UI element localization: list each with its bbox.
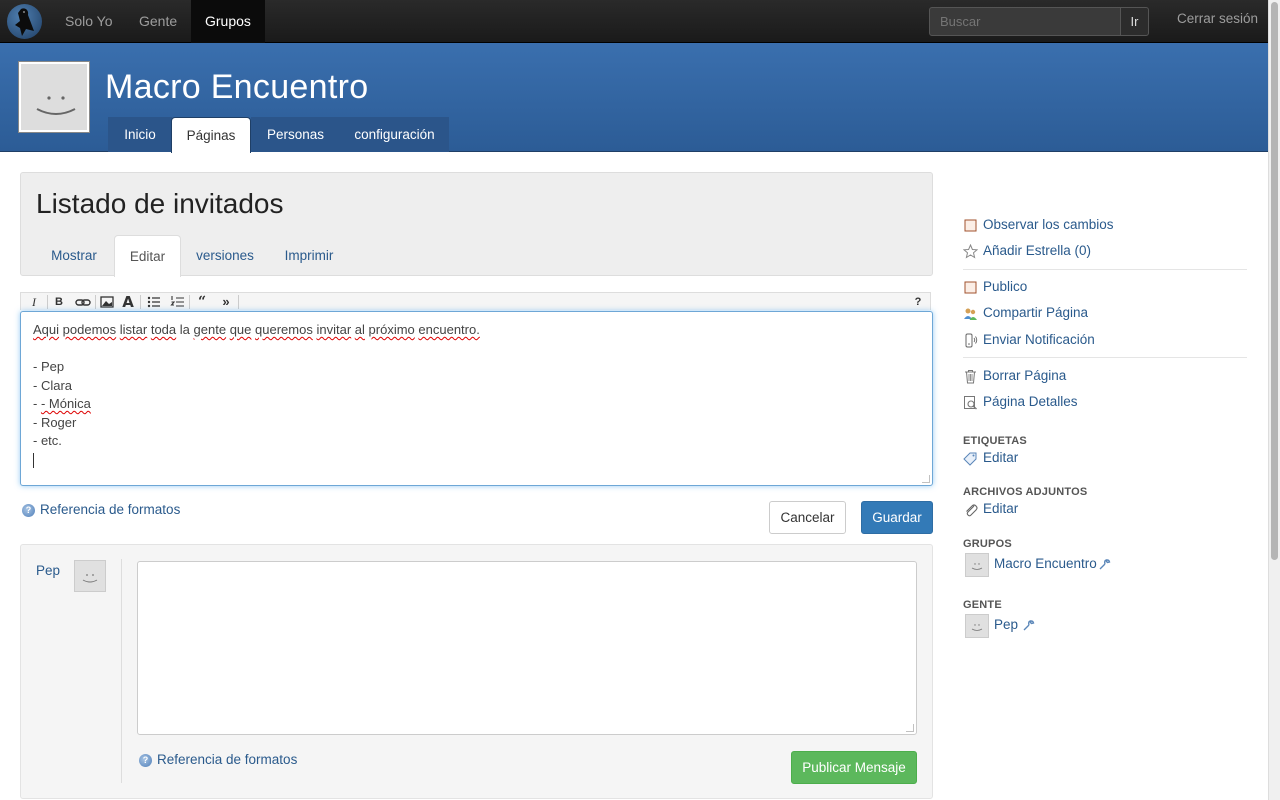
group-title: Macro Encuentro [105,68,369,106]
comment-format-reference-link[interactable]: Referencia de formatos [157,752,297,767]
person-link[interactable]: Pep [994,617,1018,632]
help-button[interactable]: ? [908,294,928,310]
search-button[interactable]: Ir [1120,7,1149,36]
share-people-icon[interactable] [963,306,978,321]
smiley-icon [971,563,983,570]
send-notification-link[interactable]: Enviar Notificación [983,332,1095,347]
wrench-icon[interactable] [1022,619,1035,632]
resize-handle[interactable] [922,475,930,483]
editor-list-item: - Pep [33,359,65,374]
editor-toolbar: I B A “ » ? [20,292,931,310]
editor-list-item: - Clara [33,377,73,393]
page-body-textarea[interactable]: Aqui podemos listar toda la gente que qu… [20,311,933,486]
editor-intro-line: Aqui podemos listar toda la gente que qu… [33,322,480,337]
editor-list-item: - etc. [33,433,62,448]
tab-mostrar[interactable]: Mostrar [37,235,111,276]
wrench-icon[interactable] [1098,558,1111,571]
heading-button[interactable]: A [118,294,138,310]
save-button[interactable]: Guardar [861,501,933,534]
numbered-list-icon[interactable] [168,294,188,310]
checkbox-icon[interactable] [963,280,978,295]
comment-panel: Pep ? Referencia de formatos Publicar Me… [20,544,933,799]
italic-button[interactable]: I [24,294,44,310]
help-icon: ? [139,754,152,767]
tab-inicio[interactable]: Inicio [108,117,172,152]
avatar[interactable] [74,560,106,592]
page-scrollbar[interactable] [1268,0,1280,800]
group-avatar[interactable] [18,61,90,133]
nav-grupos[interactable]: Grupos [191,0,265,43]
attachments-edit-link[interactable]: Editar [983,501,1018,516]
tag-icon[interactable] [963,451,978,466]
group-header: Macro Encuentro Inicio Páginas Personas … [0,43,1268,153]
share-page-link[interactable]: Compartir Página [983,305,1088,320]
tab-personas[interactable]: Personas [251,117,340,152]
trash-icon[interactable] [963,369,978,384]
smiley-icon [36,96,76,115]
scrollbar-thumb[interactable] [1271,2,1278,560]
search-input[interactable] [929,7,1121,36]
text-caret [33,452,34,468]
star-icon[interactable] [963,244,978,259]
page-details-link[interactable]: Página Detalles [983,394,1078,409]
page-header-panel: Listado de invitados Mostrar Editar vers… [20,172,933,277]
image-icon[interactable] [97,294,117,310]
tab-editar[interactable]: Editar [114,235,181,277]
group-avatar-small[interactable] [965,553,989,577]
more-icon[interactable]: » [216,294,236,310]
tab-imprimir[interactable]: Imprimir [274,235,344,276]
add-star-link[interactable]: Añadir Estrella (0) [983,243,1091,258]
smiley-icon [971,624,983,631]
tab-paginas[interactable]: Páginas [171,117,251,153]
checkbox-icon[interactable] [963,218,978,233]
attachments-heading: ARCHIVOS ADJUNTOS [963,486,1088,498]
link-icon[interactable] [73,294,93,310]
top-navbar: Solo Yo Gente Grupos Ir Cerrar sesión [0,0,1268,43]
bold-button[interactable]: B [49,294,69,310]
bulleted-list-icon[interactable] [144,294,164,310]
person-avatar-small[interactable] [965,614,989,638]
smiley-icon [82,574,98,583]
delete-page-link[interactable]: Borrar Página [983,368,1066,383]
crow-logo-icon[interactable] [7,4,42,39]
groups-heading: GRUPOS [963,538,1012,550]
page-title: Listado de invitados [36,188,284,219]
comment-author-link[interactable]: Pep [36,563,60,578]
page-details-icon[interactable] [963,395,978,410]
tags-heading: ETIQUETAS [963,435,1027,447]
quote-icon[interactable]: “ [192,294,212,310]
logout-link[interactable]: Cerrar sesión [1177,11,1258,26]
group-link[interactable]: Macro Encuentro [994,556,1097,571]
editor-list-item: - Roger [33,414,77,430]
cancel-button[interactable]: Cancelar [769,501,846,534]
people-heading: GENTE [963,599,1002,611]
tab-configuracion[interactable]: configuración [340,117,449,152]
watch-changes-link[interactable]: Observar los cambios [983,217,1114,232]
help-icon: ? [22,504,35,517]
paperclip-icon[interactable] [963,502,978,517]
format-reference-link[interactable]: Referencia de formatos [40,502,180,517]
nav-solo-yo[interactable]: Solo Yo [51,0,127,43]
phone-notify-icon[interactable] [963,333,978,348]
editor-list-item: - - Mónica [33,396,91,411]
tab-versiones[interactable]: versiones [188,235,262,276]
publish-message-button[interactable]: Publicar Mensaje [791,751,917,784]
nav-gente[interactable]: Gente [125,0,191,43]
resize-handle[interactable] [906,724,914,732]
public-link[interactable]: Publico [983,279,1027,294]
comment-textarea[interactable] [137,561,917,735]
tags-edit-link[interactable]: Editar [983,450,1018,465]
